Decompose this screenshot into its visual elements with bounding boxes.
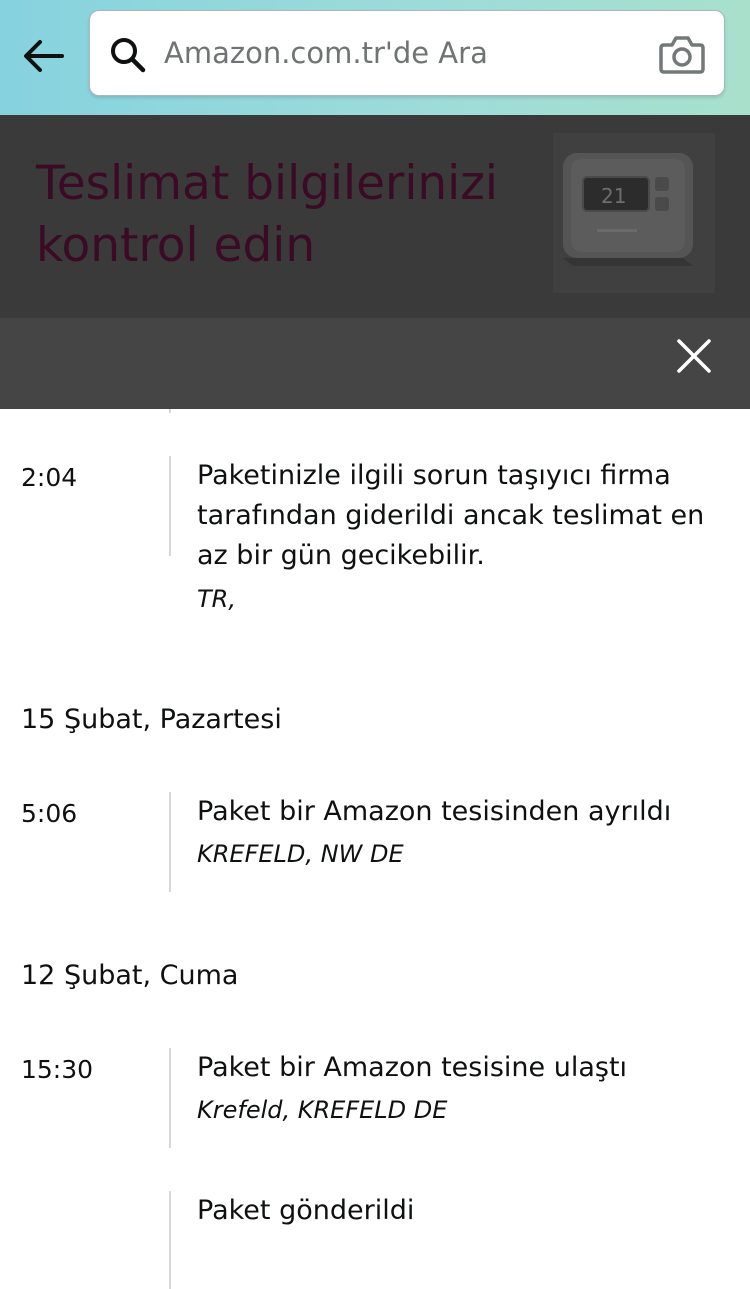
event-description: Paket bir Amazon tesisinden ayrıldı (197, 796, 672, 827)
event-location: Krefeld, KREFELD DE (197, 1096, 448, 1124)
search-icon (111, 38, 146, 73)
timeline-line (169, 792, 171, 892)
timeline-line (169, 456, 171, 556)
event-time: 5:06 (21, 799, 78, 828)
event-location: TR, (197, 585, 236, 613)
date-heading: 12 Şubat, Cuma (21, 960, 239, 991)
camera-icon[interactable] (658, 33, 706, 75)
svg-text:21: 21 (601, 184, 626, 208)
back-button[interactable] (18, 30, 70, 82)
overlay-close-bar (0, 317, 750, 409)
date-heading: 15 Şubat, Pazartesi (21, 704, 282, 735)
delivery-info-banner: Teslimat bilgilerinizi kontrol edin 21 (0, 115, 750, 317)
timeline-line (169, 409, 171, 413)
event-time: 15:30 (21, 1055, 94, 1084)
close-button[interactable] (674, 336, 714, 376)
event-location: KREFELD, NW DE (197, 840, 404, 868)
banner-title: Teslimat bilgilerinizi kontrol edin (36, 156, 498, 273)
event-description: Paketinizle ilgili sorun taşıyıcı firma … (197, 460, 705, 571)
product-image: 21 (553, 133, 715, 293)
timeline-line (169, 1191, 171, 1289)
tracking-timeline: 2:04 Paketinizle ilgili sorun taşıyıcı f… (0, 409, 750, 1289)
top-header (0, 0, 750, 115)
timeline-line (169, 1048, 171, 1148)
event-time: 2:04 (21, 463, 78, 492)
arrow-left-icon (24, 40, 64, 72)
search-box[interactable] (89, 10, 725, 96)
search-input[interactable] (164, 29, 634, 77)
event-description: Paket bir Amazon tesisine ulaştı (197, 1052, 628, 1083)
close-icon (677, 339, 711, 373)
thermostat-image: 21 (563, 153, 693, 266)
event-description: Paket gönderildi (197, 1195, 415, 1226)
